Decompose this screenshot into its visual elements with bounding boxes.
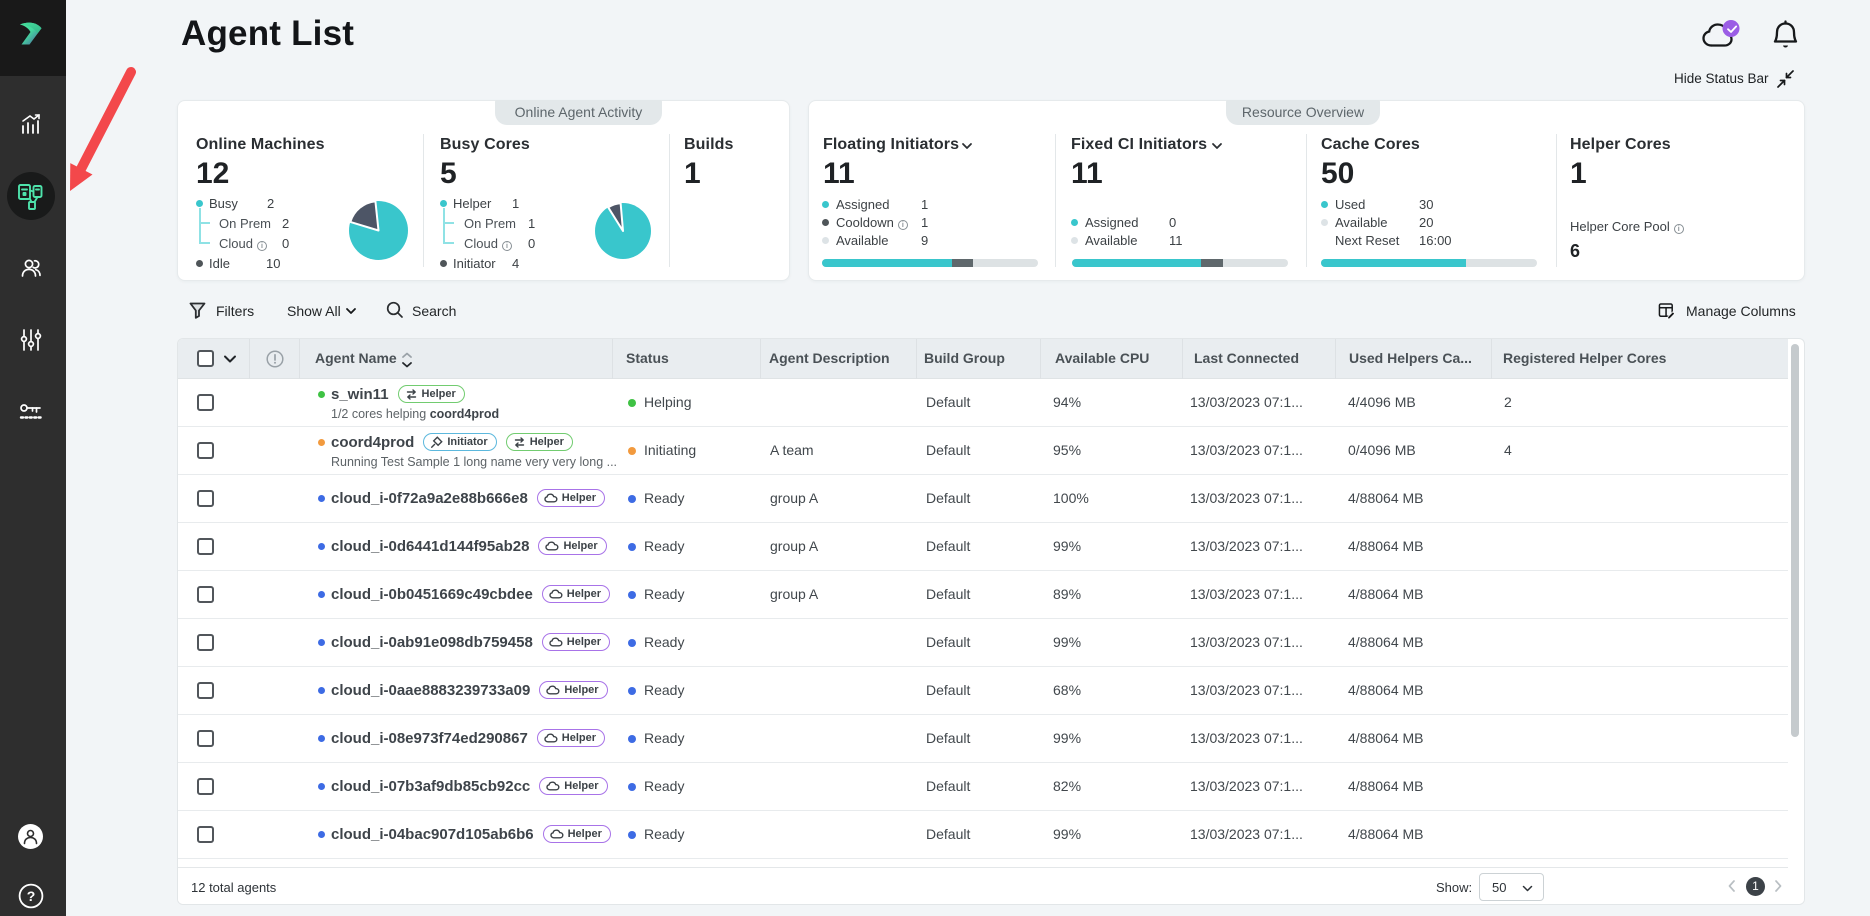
svg-text:?: ?: [27, 888, 36, 904]
